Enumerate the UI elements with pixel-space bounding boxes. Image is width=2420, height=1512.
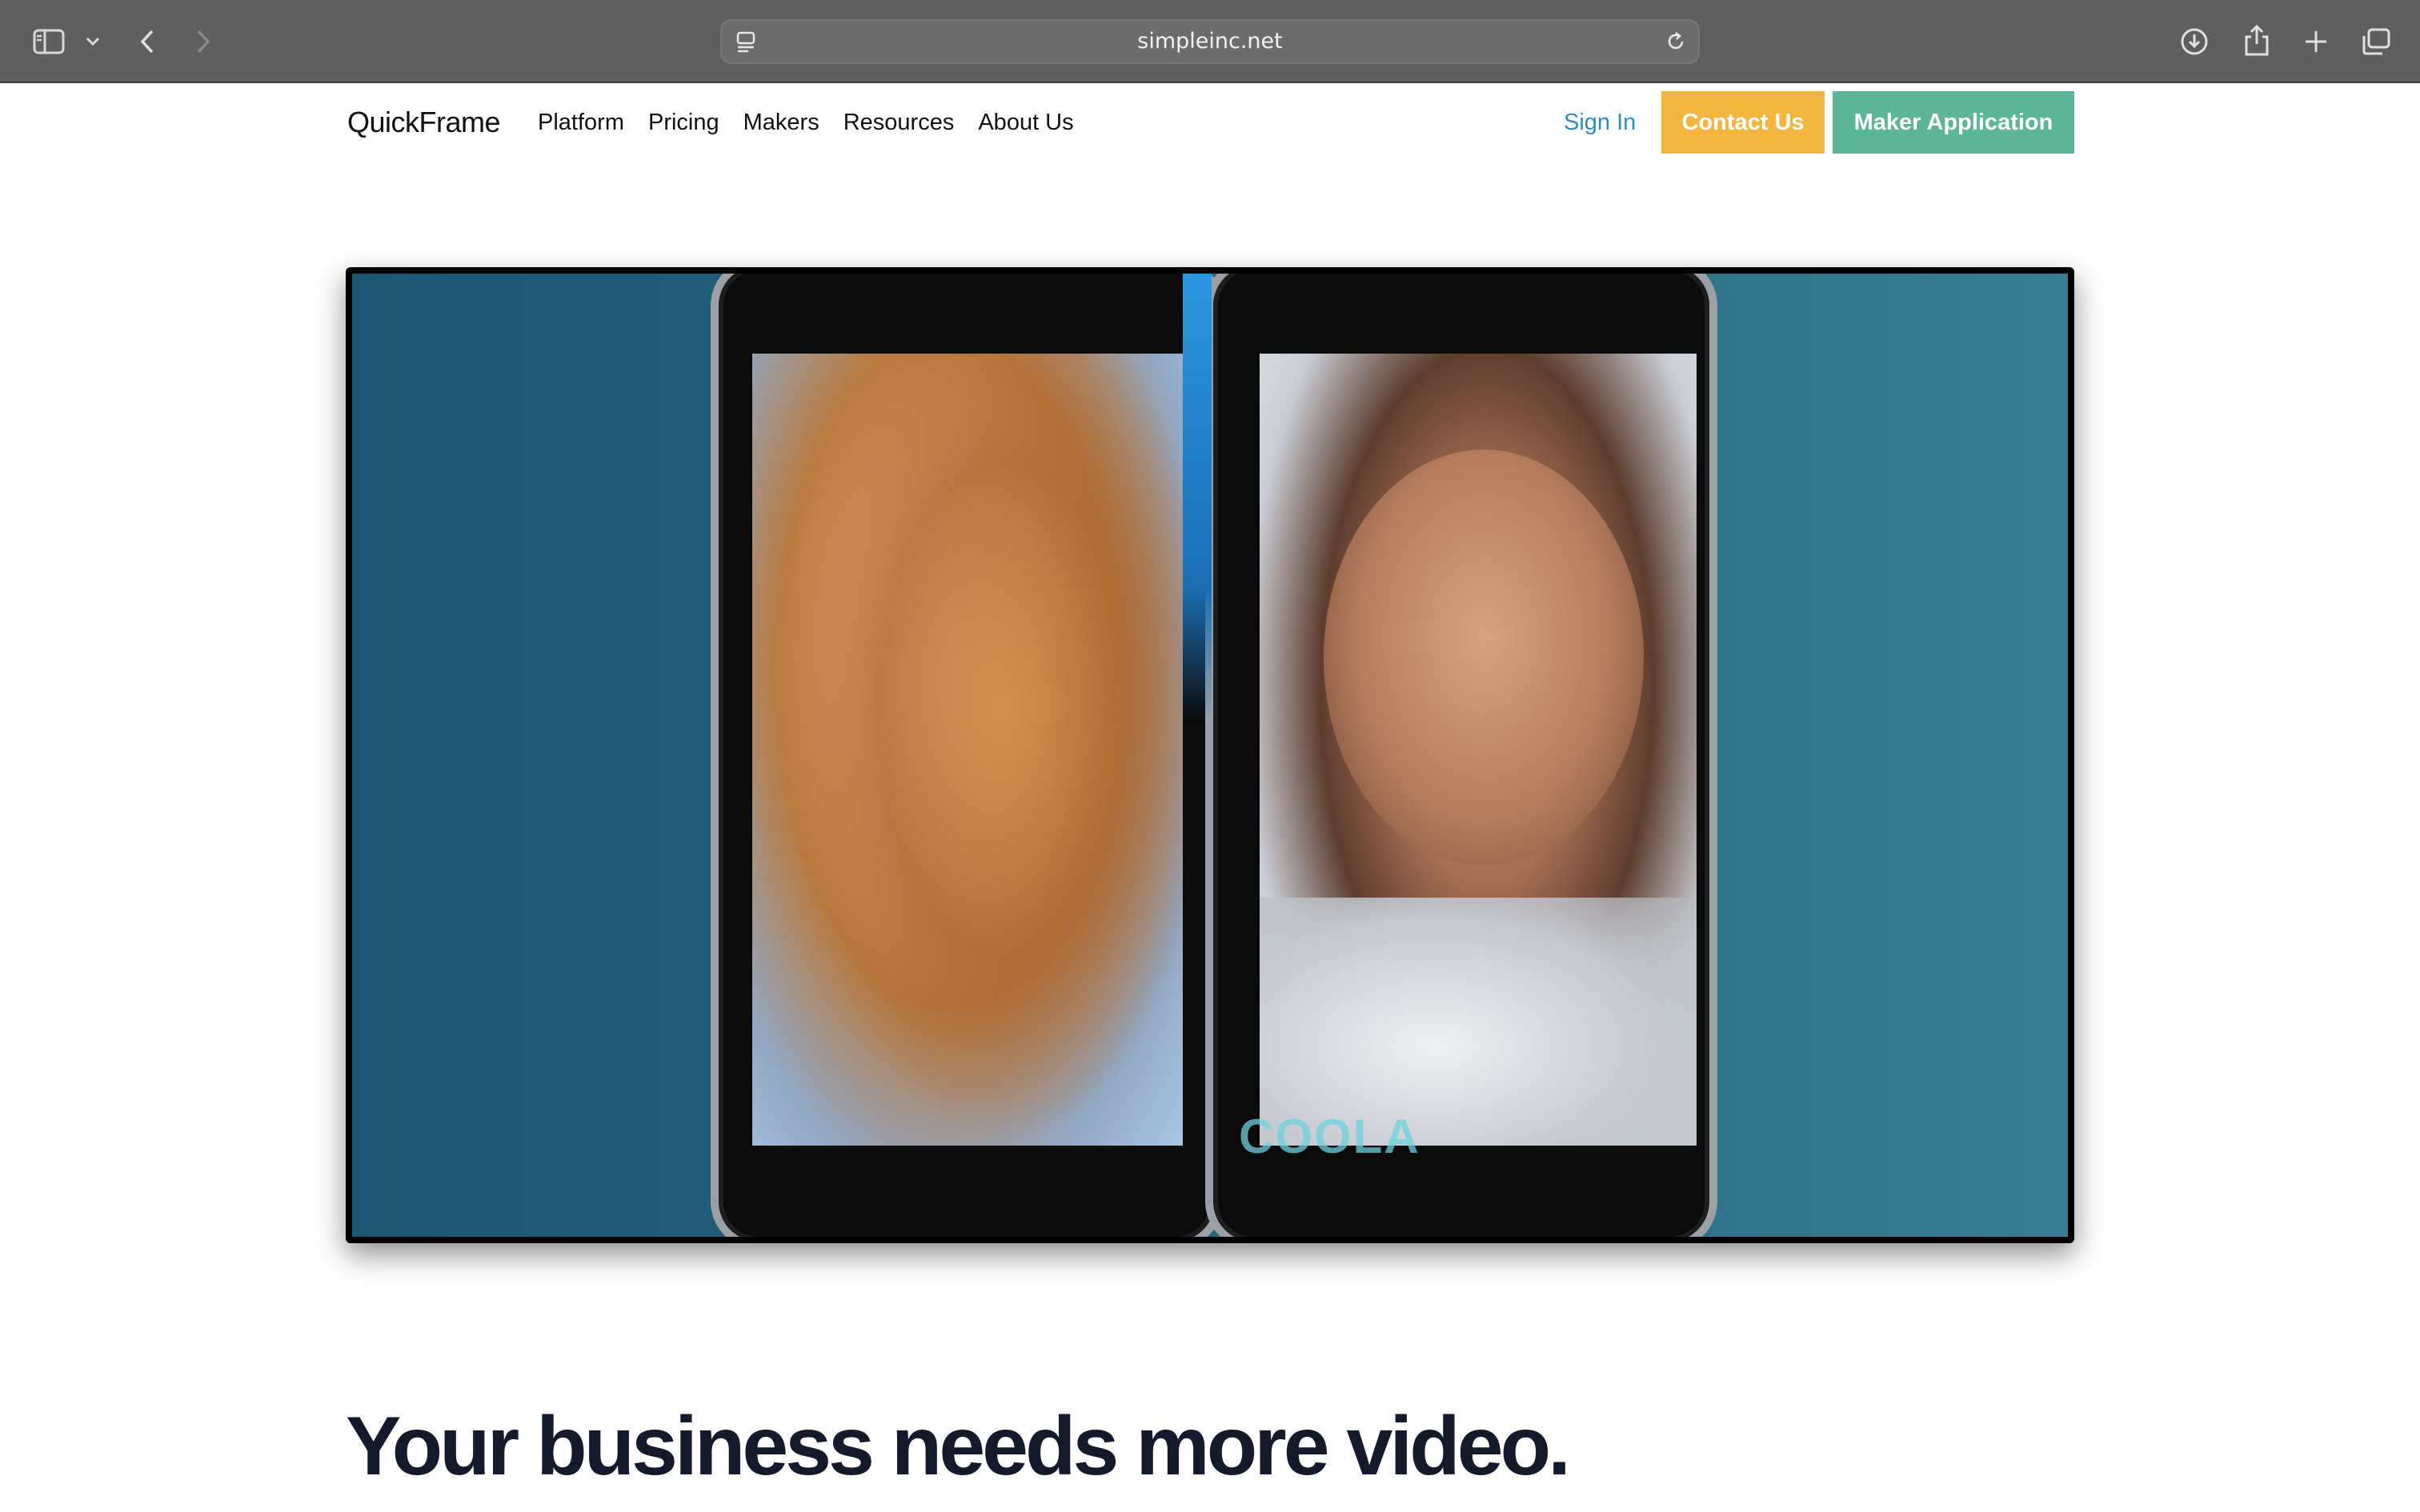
phone-screen-left-image [752,354,1183,1146]
nav-link-platform[interactable]: Platform [538,104,624,141]
maker-application-button[interactable]: Maker Application [1833,91,2074,154]
video-content: COOLA [352,274,2068,1237]
share-icon[interactable] [2241,22,2273,58]
nav-link-about-us[interactable]: About Us [978,104,1073,141]
chevron-right-icon[interactable] [190,26,216,58]
url-text[interactable]: simpleinc.net [722,21,1698,62]
nav-link-pricing[interactable]: Pricing [648,104,719,141]
reload-icon[interactable] [1663,29,1689,54]
download-icon[interactable] [2178,26,2210,58]
blue-strip-graphic [1183,274,1212,722]
site-logo[interactable]: QuickFrame [347,104,501,141]
video-brand-overlay: COOLA [1239,1110,1420,1163]
hero-video[interactable]: COOLA [346,267,2074,1243]
browser-toolbar: simpleinc.net [0,0,2420,83]
chevron-down-icon[interactable] [83,32,102,51]
sidebar-icon[interactable] [32,27,66,56]
nav-link-makers[interactable]: Makers [743,104,819,141]
contact-us-button[interactable]: Contact Us [1661,91,1825,154]
main-nav: Platform Pricing Makers Resources About … [538,104,1074,141]
plus-icon[interactable] [2300,26,2332,58]
sign-in-link[interactable]: Sign In [1564,104,1636,141]
nav-link-resources[interactable]: Resources [843,104,955,141]
phone-screen-right-image [1260,354,1697,1146]
tabs-icon[interactable] [2359,26,2393,58]
address-bar[interactable]: simpleinc.net [720,19,1700,64]
page-headline: Your business needs more video. [346,1400,1571,1493]
chevron-left-icon[interactable] [134,26,160,58]
